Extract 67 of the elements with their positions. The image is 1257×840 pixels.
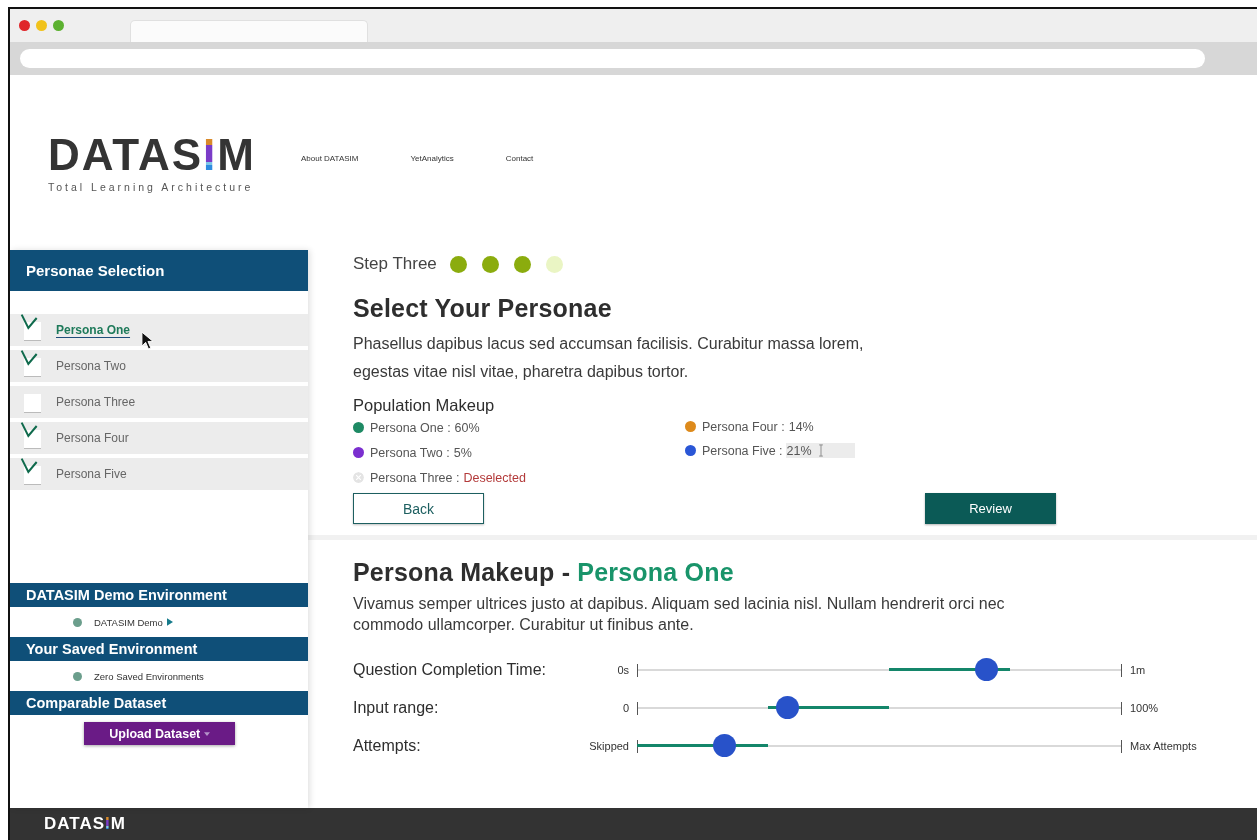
section-header: DATASIM Demo Environment [10,583,308,607]
section-header: Your Saved Environment [10,637,308,661]
persona-name: Persona One [577,558,734,586]
environment-link[interactable]: DATASIM Demo [94,616,163,628]
slider-thumb[interactable] [713,733,737,757]
population-title: Population Makeup [353,396,496,415]
slider-thumb[interactable] [975,657,999,681]
review-button[interactable]: Review [925,493,1056,524]
description: Phasellus dapibus lacus sed accumsan facilisis. Curabitur massa lorem, egestas vitae nisl vitae, pharetra dapibus tortor. [353,334,865,382]
slider-max-label: 1m [1130,663,1146,676]
slider-label: Attempts: [353,736,422,755]
persona-share-value: 60% [454,420,480,435]
mouse-cursor-icon [141,331,154,350]
slider-max-label: 100% [1130,701,1159,714]
bullet-icon [73,671,82,681]
logo: DATASIM [48,132,256,177]
nav-link[interactable]: About DATASIM [300,154,359,163]
checkbox[interactable] [20,313,41,341]
environment-link[interactable]: Zero Saved Environments [94,670,204,682]
share-input-field[interactable]: 21% [785,443,855,458]
persona-label[interactable]: Persona Two [56,359,126,373]
section-header: Comparable Dataset [10,691,308,715]
slider-min-label: Skipped [588,739,630,752]
checkbox[interactable] [20,457,41,485]
sidebar-header: Personae Selection [10,250,308,291]
slider-min-label: 0 [621,701,630,714]
step-label: Step Three [353,254,437,274]
slider-max-label: Max Attempts [1130,739,1197,752]
persona-label[interactable]: Persona One [56,323,131,337]
range-slider[interactable] [637,733,1122,758]
slider-min-label: 0s [616,663,630,676]
description: Vivamus semper ultrices justo at dapibus. Aliquam sed lacinia nisl. Nullam hendrerit orci nec commodo ullamcorper. Curabitur ut finibus ante. [353,594,1006,635]
persona-row[interactable]: Persona Five [10,458,308,490]
persona-share-value: 5% [453,445,472,460]
slider-label: Question Completion Time: [353,660,547,679]
range-slider[interactable] [637,695,1122,720]
checkbox[interactable] [20,421,41,449]
persona-share-value: Deselected [463,470,526,485]
caret-icon [203,732,210,737]
section-title: Select Your Personae [353,294,613,323]
nav-link[interactable]: Contact [505,154,534,163]
footer-logo: DATASIM [44,814,126,834]
section-title: Persona Makeup - [353,558,571,586]
persona-row[interactable]: Persona Two [10,350,308,382]
range-slider[interactable] [637,657,1122,682]
text-cursor-icon [817,444,824,457]
persona-share-label: Persona Five : [702,443,783,458]
persona-share-label: Persona Four : [702,419,785,434]
persona-label[interactable]: Persona Three [56,395,136,409]
persona-row[interactable]: Persona Three [10,386,308,418]
persona-share-label: Persona Two : [370,445,450,460]
bullet-icon [73,617,82,627]
persona-share-label: Persona Three : [370,470,460,485]
upload-dataset-button[interactable]: Upload Dataset [84,722,235,745]
persona-share-label: Persona One : [370,420,451,435]
slider-thumb[interactable] [776,695,800,719]
checkbox[interactable] [20,349,41,377]
persona-share-value: 14% [788,419,814,434]
slider-label: Input range: [353,698,440,717]
persona-label[interactable]: Persona Five [56,467,127,481]
nav-link[interactable]: YetAnalytics [410,154,454,163]
back-button[interactable]: Back [353,493,484,524]
play-icon[interactable] [166,618,173,626]
persona-row[interactable]: Persona Four [10,422,308,454]
close-window-button[interactable] [19,20,30,31]
persona-label[interactable]: Persona Four [56,431,129,445]
logo-tagline: Total Learning Architecture [48,180,255,193]
